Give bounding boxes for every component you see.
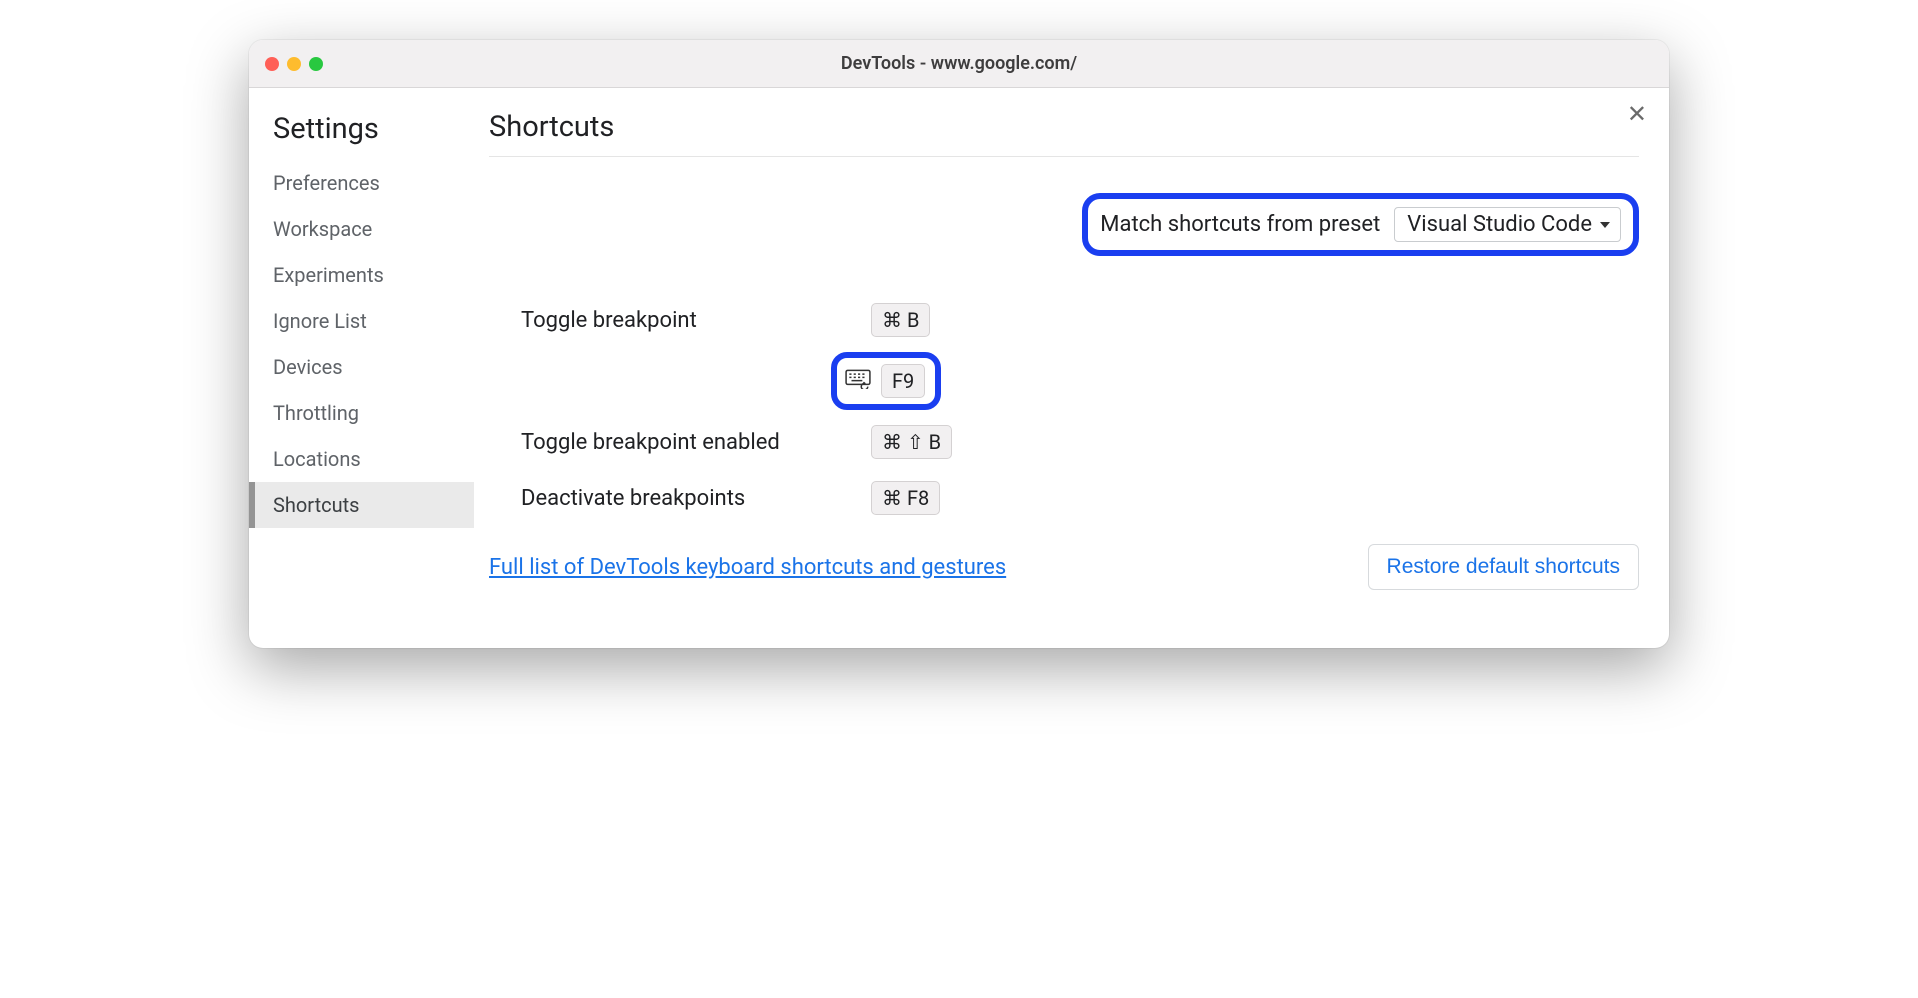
- key-chip-f9: F9: [881, 364, 925, 398]
- shortcut-keys: F9: [831, 352, 941, 410]
- keyboard-reset-icon: [845, 369, 871, 393]
- shortcut-label: Deactivate breakpoints: [521, 486, 871, 511]
- sidebar-item-devices[interactable]: Devices: [249, 344, 474, 390]
- shortcut-list: Toggle breakpoint ⌘ B: [489, 296, 1639, 522]
- shortcut-label: Toggle breakpoint enabled: [521, 430, 871, 455]
- key-chip: ⌘ F8: [871, 481, 940, 515]
- shortcut-keys: ⌘ F8: [871, 481, 940, 515]
- shortcut-keys: ⌘ B: [871, 303, 930, 337]
- preset-highlight: Match shortcuts from preset Visual Studi…: [1082, 193, 1639, 256]
- sidebar-item-preferences[interactable]: Preferences: [249, 160, 474, 206]
- shortcut-row-f9-highlight: F9: [521, 352, 1639, 410]
- preset-row: Match shortcuts from preset Visual Studi…: [489, 193, 1639, 256]
- maximize-window-button[interactable]: [309, 57, 323, 71]
- close-icon[interactable]: ✕: [1627, 102, 1647, 126]
- preset-select[interactable]: Visual Studio Code: [1394, 207, 1621, 242]
- sidebar-item-locations[interactable]: Locations: [249, 436, 474, 482]
- full-shortcuts-link[interactable]: Full list of DevTools keyboard shortcuts…: [489, 555, 1006, 580]
- settings-sidebar: Settings Preferences Workspace Experimen…: [249, 88, 474, 648]
- sidebar-item-experiments[interactable]: Experiments: [249, 252, 474, 298]
- sidebar-item-shortcuts[interactable]: Shortcuts: [249, 482, 474, 528]
- divider: [489, 156, 1639, 157]
- shortcut-keys: ⌘ ⇧ B: [871, 425, 952, 459]
- shortcut-row-toggle-breakpoint-enabled: Toggle breakpoint enabled ⌘ ⇧ B: [521, 418, 1639, 466]
- titlebar: DevTools - www.google.com/: [249, 40, 1669, 88]
- restore-defaults-button[interactable]: Restore default shortcuts: [1368, 544, 1639, 590]
- shortcut-row-toggle-breakpoint: Toggle breakpoint ⌘ B: [521, 296, 1639, 344]
- content-body: ✕ Settings Preferences Workspace Experim…: [249, 88, 1669, 648]
- sidebar-item-ignore-list[interactable]: Ignore List: [249, 298, 474, 344]
- main-panel: Shortcuts Match shortcuts from preset Vi…: [474, 88, 1669, 648]
- sidebar-item-workspace[interactable]: Workspace: [249, 206, 474, 252]
- window-title: DevTools - www.google.com/: [249, 53, 1669, 74]
- devtools-settings-window: DevTools - www.google.com/ ✕ Settings Pr…: [249, 40, 1669, 648]
- minimize-window-button[interactable]: [287, 57, 301, 71]
- key-chip: ⌘ B: [871, 303, 930, 337]
- footer-row: Full list of DevTools keyboard shortcuts…: [489, 544, 1639, 590]
- shortcut-row-deactivate-breakpoints: Deactivate breakpoints ⌘ F8: [521, 474, 1639, 522]
- f9-highlight: F9: [831, 352, 941, 410]
- close-window-button[interactable]: [265, 57, 279, 71]
- sidebar-title: Settings: [249, 108, 474, 160]
- sidebar-item-throttling[interactable]: Throttling: [249, 390, 474, 436]
- page-title: Shortcuts: [489, 110, 1639, 144]
- shortcut-label: Toggle breakpoint: [521, 308, 871, 333]
- preset-select-value: Visual Studio Code: [1407, 212, 1592, 237]
- preset-label: Match shortcuts from preset: [1100, 212, 1380, 237]
- key-chip: ⌘ ⇧ B: [871, 425, 952, 459]
- traffic-lights: [249, 57, 323, 71]
